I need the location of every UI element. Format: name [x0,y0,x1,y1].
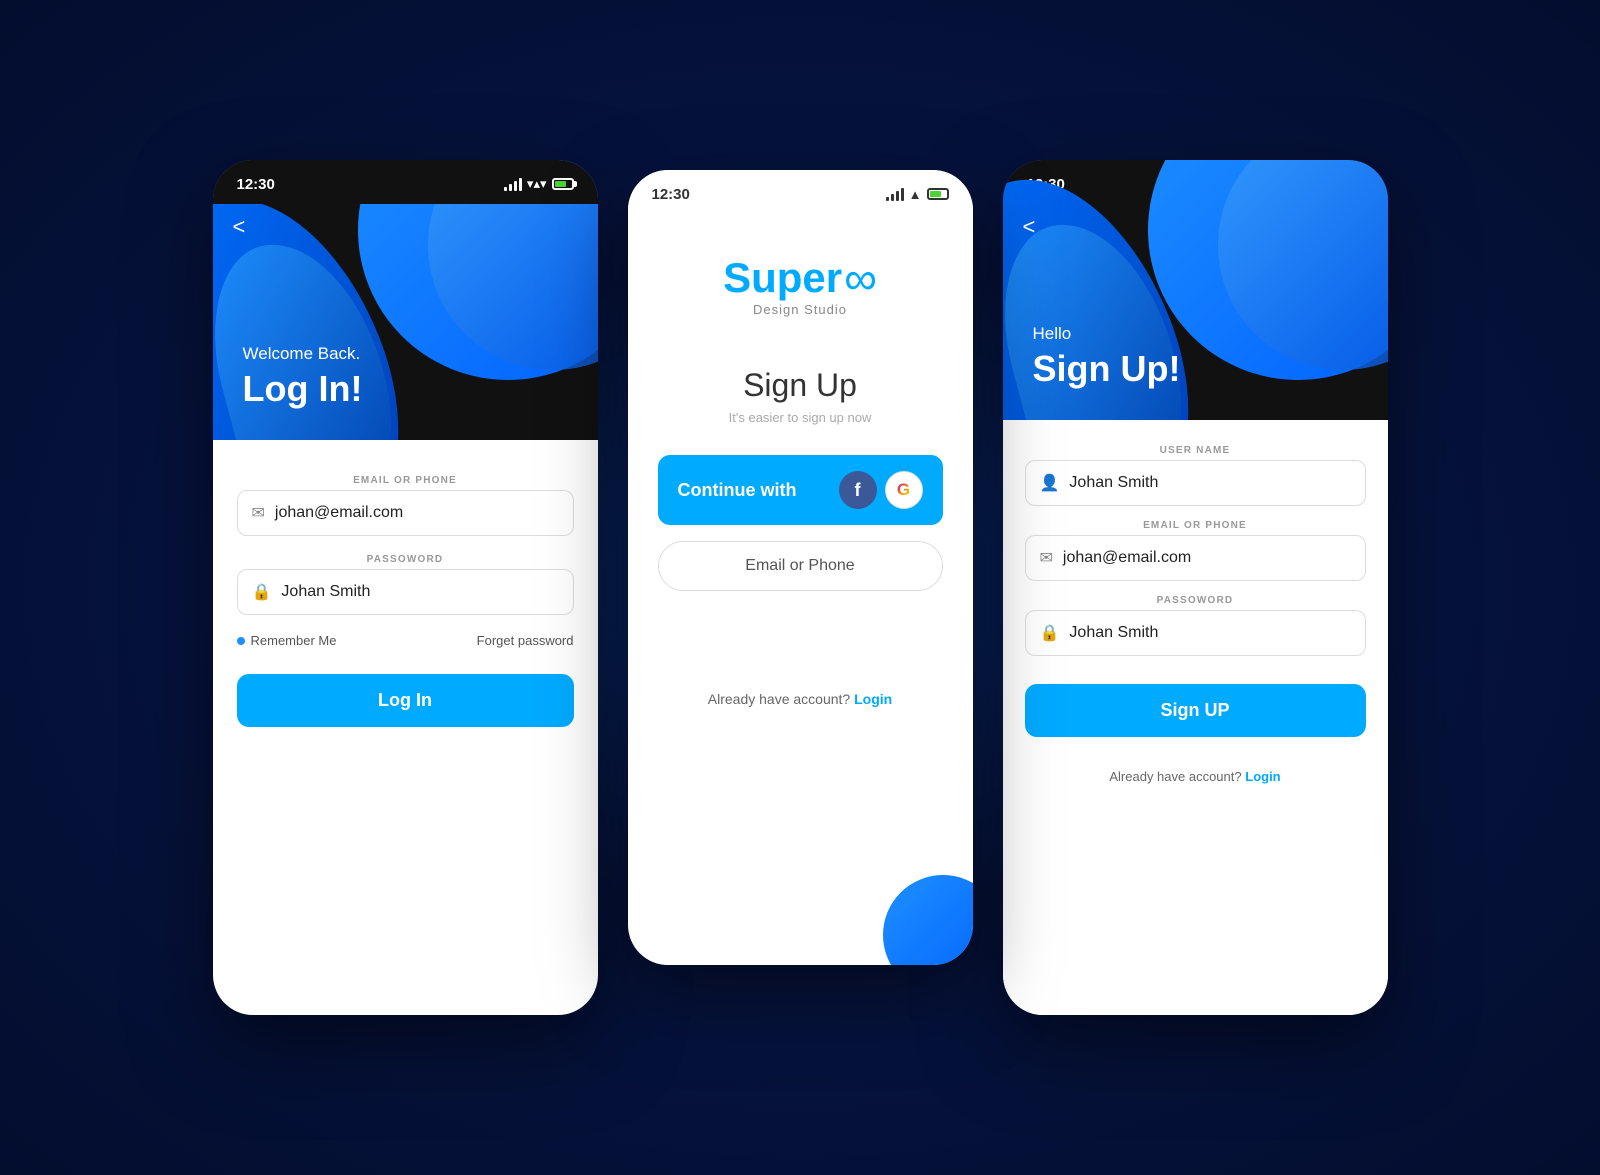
signup-subheading: It's easier to sign up now [729,410,872,425]
signal-bar-c2 [891,194,894,201]
remember-dot [237,637,245,645]
signal-bar-c3 [896,191,899,201]
google-icon[interactable]: G [885,471,923,509]
logo-subtitle: Design Studio [723,302,877,317]
remember-me-label: Remember Me [251,633,337,648]
already-text-right: Already have account? [1109,769,1241,784]
signup-email-label: EMAIL OR PHONE [1025,520,1366,531]
email-label: EMAIL OR PHONE [237,475,574,486]
battery-left [552,178,574,190]
logo-area: Super ∞ Design Studio [723,254,877,317]
already-text-center: Already have account? [708,691,850,707]
facebook-f-letter: f [855,480,861,501]
signup-email-input-row[interactable]: ✉ johan@email.com [1025,535,1366,581]
signup-password-field-group: PASSOWORD 🔒 Johan Smith [1025,595,1366,656]
status-time-center: 12:30 [652,186,690,203]
signal-bar-3 [514,181,517,191]
forget-password-link[interactable]: Forget password [477,633,574,648]
lock-icon-right: 🔒 [1040,623,1060,643]
center-bottom-wave [873,865,973,965]
hello-title: Sign Up! [1033,348,1181,390]
login-button[interactable]: Log In [237,674,574,727]
status-bar-center: 12:30 ▲ [628,170,973,214]
signup-email-field-group: EMAIL OR PHONE ✉ johan@email.com [1025,520,1366,581]
battery-fill-center [930,191,941,197]
wifi-icon-left: ▾▴▾ [527,176,547,192]
welcome-text: Welcome Back. Log In! [243,344,363,410]
person-icon: 👤 [1040,473,1060,493]
signal-bar-c4 [901,188,904,201]
back-button-right[interactable]: < [1003,204,1056,250]
username-value: Johan Smith [1069,474,1158,492]
signup-phone-center: 12:30 ▲ [628,170,973,965]
signal-bar-2 [509,184,512,191]
envelope-icon-right: ✉ [1040,548,1053,568]
status-icons-left: ▾▴▾ [504,176,574,192]
login-form-area: EMAIL OR PHONE ✉ johan@email.com PASSOWO… [213,440,598,757]
signal-bar-1 [504,187,507,191]
screens-container: 12:30 ▾▴▾ < [0,0,1600,1175]
email-value: johan@email.com [275,504,403,522]
back-button-left[interactable]: < [213,204,266,250]
already-account-right: Already have account? Login [1025,769,1366,784]
password-field-group: PASSOWORD 🔒 Johan Smith [237,554,574,615]
signal-bars-center [886,187,904,201]
username-label: USER NAME [1025,445,1366,456]
username-field-group: USER NAME 👤 Johan Smith [1025,445,1366,506]
remember-me-group[interactable]: Remember Me [237,633,337,648]
welcome-title: Log In! [243,368,363,410]
password-label: PASSOWORD [237,554,574,565]
hello-subtitle: Hello [1033,324,1181,344]
signup-password-value: Johan Smith [1069,624,1158,642]
welcome-subtitle: Welcome Back. [243,344,363,364]
battery-icon-center [927,188,949,200]
login-header: 12:30 ▾▴▾ < [213,160,598,440]
envelope-icon: ✉ [252,503,265,523]
lock-icon: 🔒 [252,582,272,602]
login-phone: 12:30 ▾▴▾ < [213,160,598,1015]
email-field-group: EMAIL OR PHONE ✉ johan@email.com [237,475,574,536]
continue-with-text: Continue with [678,480,797,501]
signal-bar-c1 [886,197,889,201]
facebook-icon[interactable]: f [839,471,877,509]
center-phone-wrapper: 12:30 ▲ [628,210,973,965]
signal-bars-left [504,177,522,191]
status-icons-center: ▲ [886,187,949,202]
signup-form-area: USER NAME 👤 Johan Smith EMAIL OR PHONE ✉… [1003,420,1388,1015]
logo: Super ∞ [723,254,877,302]
logo-infinity-symbol: ∞ [844,255,877,301]
username-input-row[interactable]: 👤 Johan Smith [1025,460,1366,506]
email-input-row[interactable]: ✉ johan@email.com [237,490,574,536]
signup-phone-right: 12:30 ▲ < [1003,160,1388,1015]
remember-forgot-row: Remember Me Forget password [237,633,574,648]
continue-with-button[interactable]: Continue with f G [658,455,943,525]
logo-super-text: Super [723,254,842,302]
signup-header: 12:30 ▲ < [1003,160,1388,420]
battery-icon-left [552,178,574,190]
battery-fill-left [555,181,566,187]
signup-button[interactable]: Sign UP [1025,684,1366,737]
hello-text: Hello Sign Up! [1033,324,1181,390]
signup-email-value: johan@email.com [1063,549,1191,567]
login-link-center[interactable]: Login [854,691,892,707]
status-bar-left: 12:30 ▾▴▾ [213,160,598,204]
login-link-right[interactable]: Login [1245,769,1280,784]
signal-bar-4 [519,178,522,191]
signup-password-input-row[interactable]: 🔒 Johan Smith [1025,610,1366,656]
battery-center [927,188,949,200]
password-input-row[interactable]: 🔒 Johan Smith [237,569,574,615]
center-content: Super ∞ Design Studio Sign Up It's easie… [628,214,973,737]
google-g-letter: G [897,480,910,500]
status-time-left: 12:30 [237,176,275,193]
signup-heading: Sign Up [743,367,857,404]
signup-password-label: PASSOWORD [1025,595,1366,606]
already-account-center: Already have account? Login [708,691,892,707]
social-icons-group: f G [839,471,923,509]
password-value: Johan Smith [281,583,370,601]
wifi-icon-center: ▲ [909,187,922,202]
email-phone-button[interactable]: Email or Phone [658,541,943,591]
